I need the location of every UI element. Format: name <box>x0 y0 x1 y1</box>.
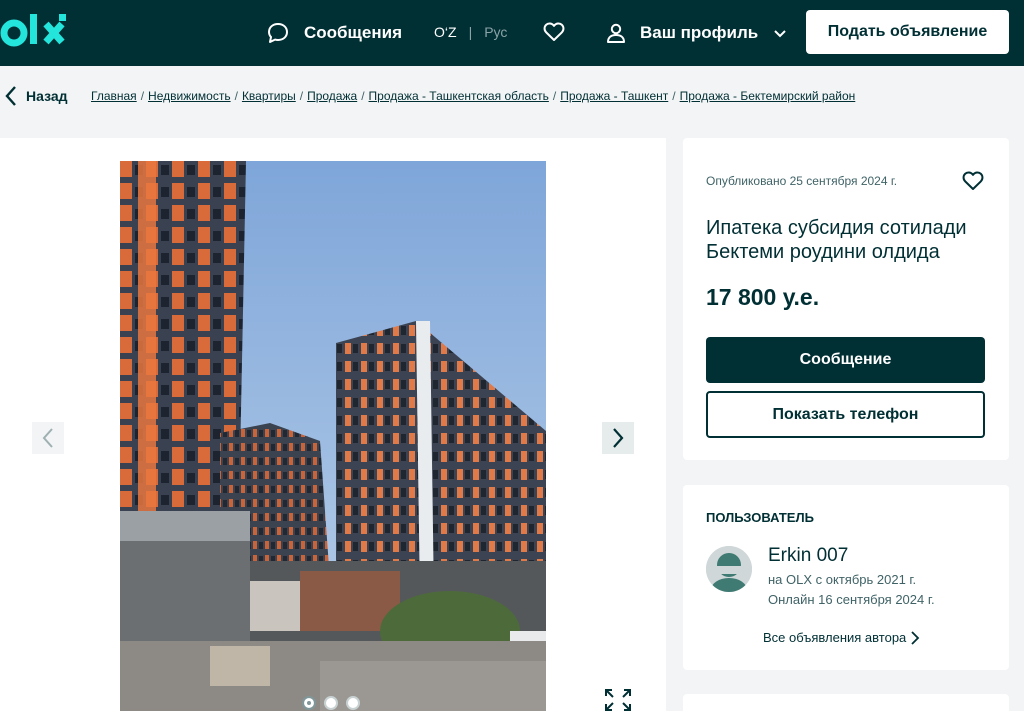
breadcrumb-separator: / <box>672 89 676 103</box>
profile-label: Ваш профиль <box>640 23 759 42</box>
breadcrumb-sale-district[interactable]: Продажа - Бектемирский район <box>680 89 856 103</box>
message-button[interactable]: Сообщение <box>706 337 985 383</box>
olx-logo[interactable] <box>0 12 74 52</box>
top-header: Сообщения O‘Z | Рус Ваш профиль Подать о… <box>0 0 1024 66</box>
breadcrumb-real-estate[interactable]: Недвижимость <box>148 89 231 103</box>
show-phone-button[interactable]: Показать телефон <box>706 391 985 438</box>
breadcrumb-sale-region[interactable]: Продажа - Ташкентская область <box>369 89 549 103</box>
chevron-down-icon <box>774 30 786 38</box>
chevron-left-icon <box>42 428 53 448</box>
heart-icon[interactable] <box>542 20 566 44</box>
all-ads-label: Все объявления автора <box>763 630 907 645</box>
chevron-left-icon <box>5 86 16 106</box>
breadcrumb-separator: / <box>552 89 557 103</box>
messages-link[interactable]: Сообщения <box>266 18 402 48</box>
breadcrumb-separator: / <box>234 89 238 103</box>
heart-icon[interactable] <box>961 169 985 193</box>
published-date: Опубликовано 25 сентября 2024 г. <box>706 174 898 188</box>
all-seller-ads-link[interactable]: Все объявления автора <box>763 630 920 645</box>
gallery-dot[interactable] <box>346 696 360 710</box>
ad-title: Ипатека субсидия сотилади Бектеми роудин… <box>706 217 967 263</box>
back-link[interactable]: Назад <box>4 85 68 107</box>
gallery-pagination <box>302 696 360 710</box>
post-ad-button[interactable]: Подать объявление <box>806 10 1009 54</box>
seller-heading: ПОЛЬЗОВАТЕЛЬ <box>706 510 814 525</box>
user-icon <box>607 23 625 43</box>
breadcrumb-separator: / <box>140 89 145 103</box>
lang-separator: | <box>468 24 473 40</box>
seller-member-since: на OLX с октябрь 2021 г. <box>768 572 917 587</box>
gallery-next-button[interactable] <box>602 422 634 454</box>
next-card <box>683 694 1009 711</box>
breadcrumb-sale-city[interactable]: Продажа - Ташкент <box>560 89 668 103</box>
ad-price: 17 800 у.е. <box>706 284 820 310</box>
breadcrumb-separator: / <box>299 89 304 103</box>
breadcrumb: Главная / Недвижимость / Квартиры / Продажа / Пр… <box>91 89 855 103</box>
lang-uz-link[interactable]: O‘Z <box>434 24 457 40</box>
lang-ru-link[interactable]: Рус <box>484 24 507 40</box>
chat-icon <box>268 23 288 43</box>
gallery-dot[interactable] <box>302 696 316 710</box>
chevron-right-icon <box>911 630 920 645</box>
avatar[interactable] <box>706 546 752 592</box>
messages-label: Сообщения <box>304 23 402 42</box>
breadcrumb-home[interactable]: Главная <box>91 89 137 103</box>
profile-menu[interactable]: Ваш профиль <box>604 18 788 48</box>
chevron-right-icon <box>613 428 624 448</box>
gallery-prev-button[interactable] <box>32 422 64 454</box>
breadcrumb-sale[interactable]: Продажа <box>307 89 357 103</box>
back-label: Назад <box>26 88 68 104</box>
gallery-dot[interactable] <box>324 696 338 710</box>
ad-details-card: Опубликовано 25 сентября 2024 г. Ипатека… <box>683 138 1009 460</box>
seller-name[interactable]: Erkin 007 <box>768 545 848 567</box>
language-switcher: O‘Z | Рус <box>434 22 507 42</box>
breadcrumb-apartments[interactable]: Квартиры <box>242 89 296 103</box>
listing-photo[interactable] <box>120 161 546 711</box>
seller-card: ПОЛЬЗОВАТЕЛЬ Erkin 007 на OLX с октябрь … <box>683 485 1009 670</box>
seller-last-online: Онлайн 16 сентября 2024 г. <box>768 592 935 607</box>
photo-gallery <box>0 138 666 711</box>
breadcrumb-separator: / <box>361 89 365 103</box>
expand-icon[interactable] <box>604 688 632 711</box>
